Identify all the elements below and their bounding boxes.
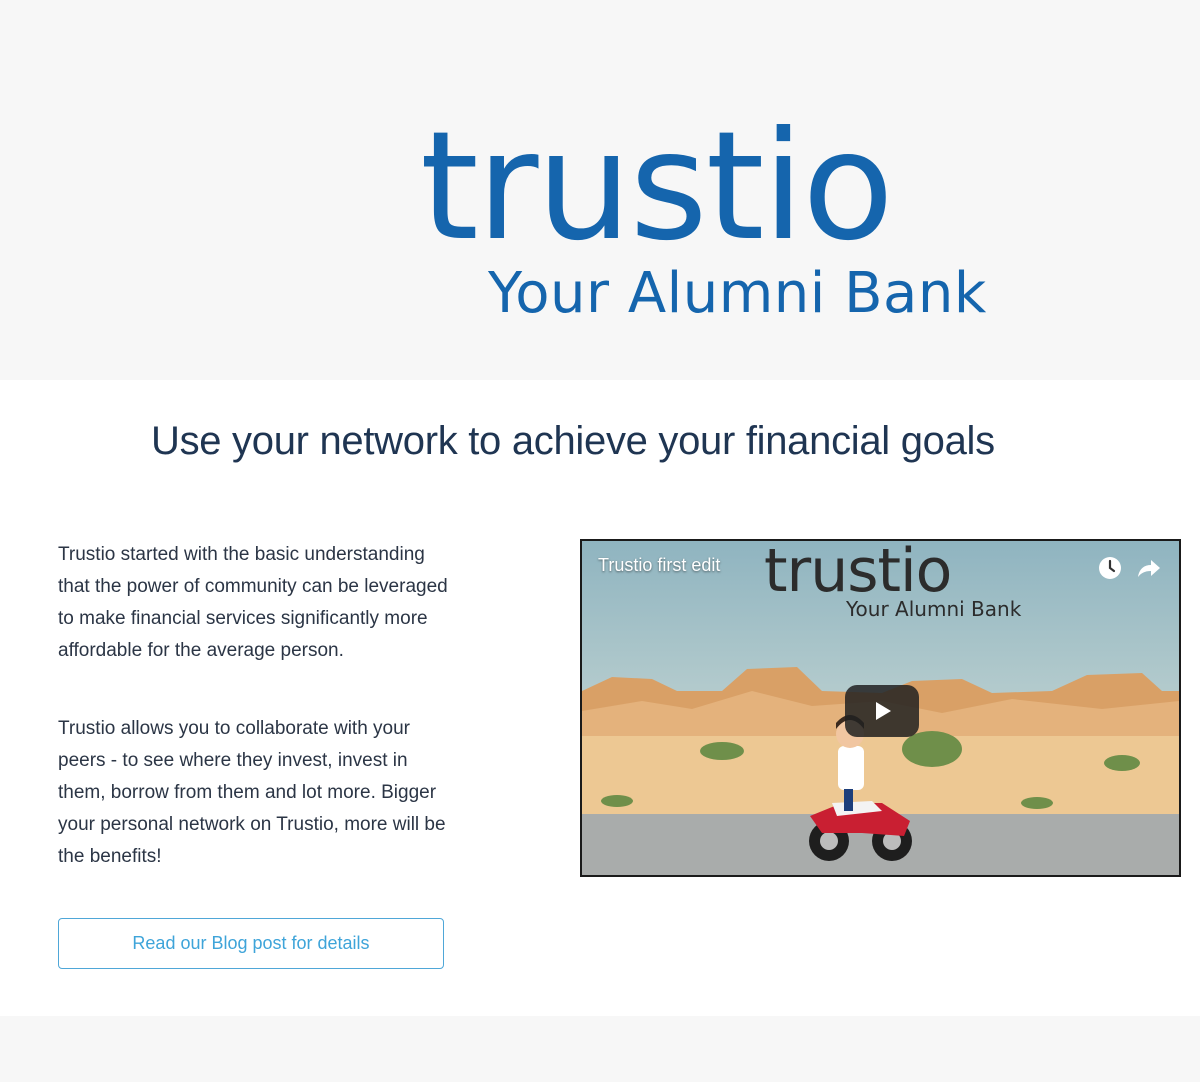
video-thumbnail-logo: trustio <box>764 539 952 606</box>
brand-tagline: Your Alumni Bank <box>488 261 987 326</box>
page-headline: Use your network to achieve your financi… <box>151 419 995 463</box>
play-icon <box>876 702 891 720</box>
video-title[interactable]: Trustio first edit <box>598 555 720 576</box>
intro-paragraph: Trustio started with the basic understan… <box>58 544 448 661</box>
play-button[interactable] <box>845 685 919 737</box>
blog-post-button[interactable]: Read our Blog post for details <box>58 918 444 969</box>
watch-later-clock-icon[interactable] <box>1097 555 1123 581</box>
video-player[interactable]: trustio Your Alumni Bank Trustio first e… <box>580 539 1181 877</box>
hero-banner: trustio Your Alumni Bank <box>0 0 1200 380</box>
video-thumbnail-tagline: Your Alumni Bank <box>846 597 1022 621</box>
brand-logo: trustio <box>420 100 894 274</box>
collaborate-paragraph: Trustio allows you to collaborate with y… <box>58 718 446 867</box>
share-icon[interactable] <box>1136 555 1162 581</box>
footer-band <box>0 1016 1200 1082</box>
